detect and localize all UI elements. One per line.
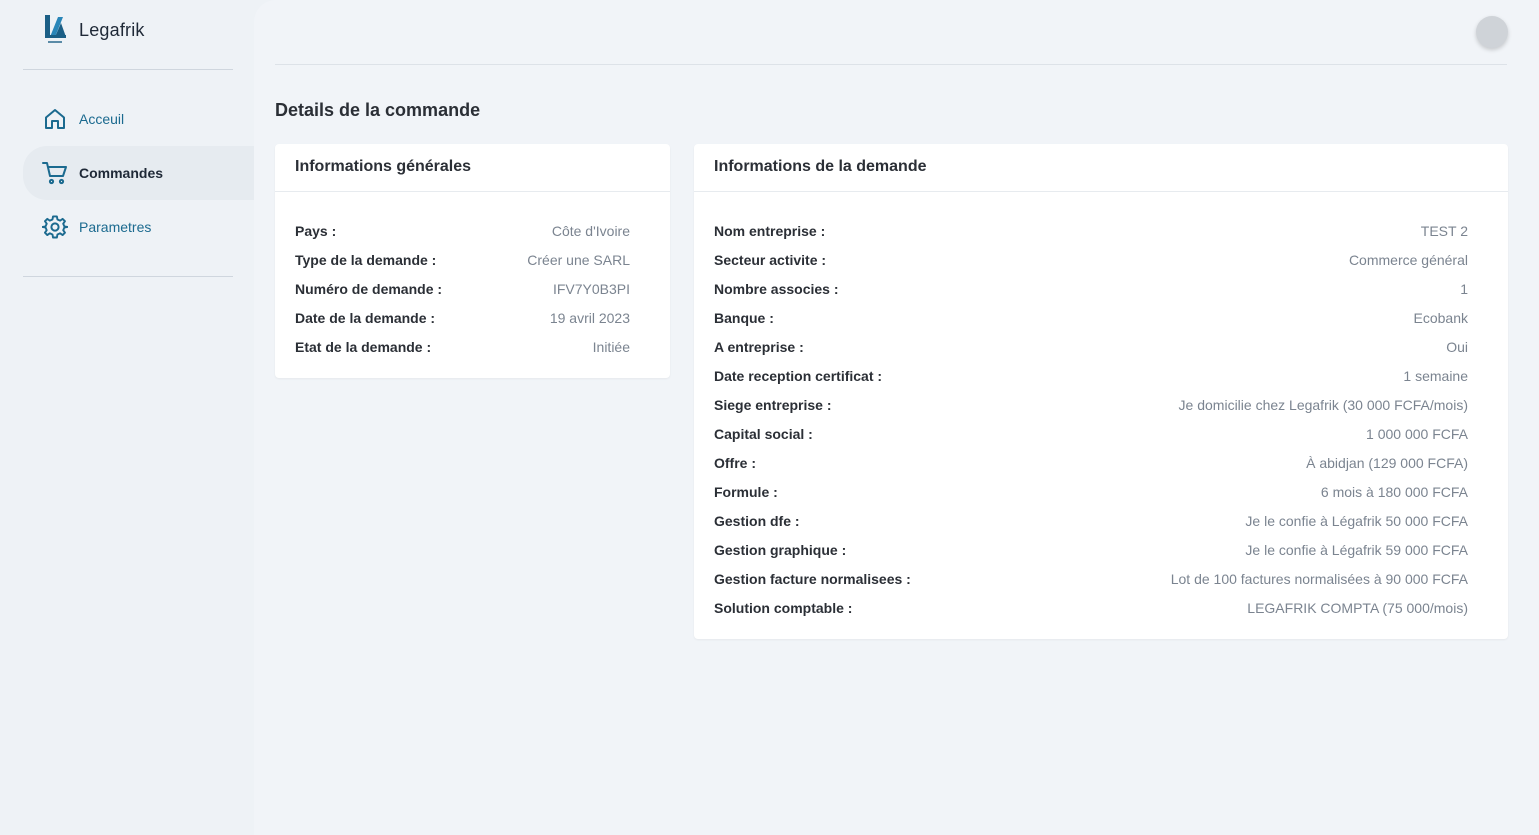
info-value: 1 000 000 FCFA (1366, 425, 1468, 442)
info-value: Côte d'Ivoire (551, 222, 630, 239)
info-label: Capital social : (714, 425, 813, 442)
info-label: Pays : (295, 222, 337, 239)
info-value: Lot de 100 factures normalisées à 90 000… (1170, 570, 1468, 587)
info-value: Ecobank (1413, 309, 1468, 326)
status-value: Initiée (592, 338, 630, 355)
info-row: Gestion dfe : Je le confie à Légafrik 50… (714, 506, 1468, 535)
info-label: Date de la demande : (295, 309, 436, 326)
info-label: A entreprise : (714, 338, 804, 355)
avatar[interactable] (1476, 16, 1508, 48)
sidebar-item-commandes[interactable]: Commandes (23, 146, 256, 200)
info-value: Je domicilie chez Legafrik (30 000 FCFA/… (1178, 396, 1468, 413)
legafrik-logo-icon (45, 15, 66, 43)
info-label: Solution comptable : (714, 599, 853, 616)
header-divider (275, 64, 1507, 65)
info-value: IFV7Y0B3PI (552, 280, 630, 297)
info-value: À abidjan (129 000 FCFA) (1306, 454, 1468, 471)
info-row: Formule : 6 mois à 180 000 FCFA (714, 477, 1468, 506)
sidebar-divider-bottom (23, 276, 233, 277)
general-info-card: Informations générales Pays : Côte d'Ivo… (275, 144, 670, 378)
info-label: Nombre associes : (714, 280, 839, 297)
request-info-list: Nom entreprise : TEST 2 Secteur activite… (694, 192, 1508, 622)
info-row: Gestion facture normalisees : Lot de 100… (714, 564, 1468, 593)
info-label: Gestion dfe : (714, 512, 800, 529)
info-row: A entreprise : Oui (714, 332, 1468, 361)
info-row: Solution comptable : LEGAFRIK COMPTA (75… (714, 593, 1468, 622)
info-row-pays: Pays : Côte d'Ivoire (295, 216, 630, 245)
sidebar-item-label: Commandes (79, 165, 164, 181)
info-label: Type de la demande : (295, 251, 437, 268)
request-info-card: Informations de la demande Nom entrepris… (694, 144, 1508, 639)
sidebar-item-parametres[interactable]: Parametres (23, 200, 256, 254)
info-label: Nom entreprise : (714, 222, 826, 239)
info-value: Commerce général (1348, 251, 1468, 268)
info-value: TEST 2 (1420, 222, 1468, 239)
info-row: Gestion graphique : Je le confie à Légaf… (714, 535, 1468, 564)
info-value: Créer une SARL (527, 251, 630, 268)
sidebar: Legafrik Acceuil Commandes Parametres (0, 0, 256, 835)
info-row: Siege entreprise : Je domicilie chez Leg… (714, 390, 1468, 419)
main-content: Details de la commande Informations géné… (254, 0, 1539, 835)
info-row: Secteur activite : Commerce général (714, 245, 1468, 274)
info-value: 1 semaine (1403, 367, 1468, 384)
card-title: Informations de la demande (694, 144, 1508, 192)
info-label: Date reception certificat : (714, 367, 883, 384)
info-row-type: Type de la demande : Créer une SARL (295, 245, 630, 274)
sidebar-item-acceuil[interactable]: Acceuil (23, 92, 256, 146)
info-label: Banque : (714, 309, 774, 326)
info-row: Nom entreprise : TEST 2 (714, 216, 1468, 245)
info-row: Banque : Ecobank (714, 303, 1468, 332)
general-info-list: Pays : Côte d'Ivoire Type de la demande … (275, 192, 670, 361)
info-row: Date reception certificat : 1 semaine (714, 361, 1468, 390)
brand-name: Legafrik (79, 19, 145, 40)
sidebar-nav: Acceuil Commandes Parametres (23, 92, 256, 254)
info-label: Secteur activite : (714, 251, 827, 268)
info-value: 19 avril 2023 (549, 309, 630, 326)
info-row: Offre : À abidjan (129 000 FCFA) (714, 448, 1468, 477)
info-row: Nombre associes : 1 (714, 274, 1468, 303)
info-value: Je le confie à Légafrik 59 000 FCFA (1245, 541, 1468, 558)
brand[interactable]: Legafrik (42, 14, 145, 46)
info-row-date: Date de la demande : 19 avril 2023 (295, 303, 630, 332)
info-row: Capital social : 1 000 000 FCFA (714, 419, 1468, 448)
info-value: Oui (1446, 338, 1468, 355)
info-value: Je le confie à Légafrik 50 000 FCFA (1245, 512, 1468, 529)
cart-icon (42, 160, 68, 186)
card-title: Informations générales (275, 144, 670, 192)
info-label: Gestion graphique : (714, 541, 847, 558)
page-title: Details de la commande (275, 100, 481, 120)
info-row-numero: Numéro de demande : IFV7Y0B3PI (295, 274, 630, 303)
sidebar-item-label: Parametres (79, 219, 152, 235)
info-label: Siege entreprise : (714, 396, 832, 413)
app-window: Legafrik Acceuil Commandes Parametres De… (0, 0, 1539, 835)
info-row-etat: Etat de la demande : Initiée (295, 332, 630, 361)
info-label: Offre : (714, 454, 756, 471)
info-value: 1 (1460, 280, 1468, 297)
sidebar-divider-top (23, 69, 233, 70)
info-label: Etat de la demande : (295, 338, 432, 355)
info-label: Numéro de demande : (295, 280, 443, 297)
info-label: Formule : (714, 483, 778, 500)
info-value: 6 mois à 180 000 FCFA (1320, 483, 1468, 500)
home-icon (42, 106, 68, 132)
info-value: LEGAFRIK COMPTA (75 000/mois) (1247, 599, 1468, 616)
gear-icon (42, 214, 68, 240)
sidebar-item-label: Acceuil (79, 111, 125, 127)
info-label: Gestion facture normalisees : (714, 570, 911, 587)
